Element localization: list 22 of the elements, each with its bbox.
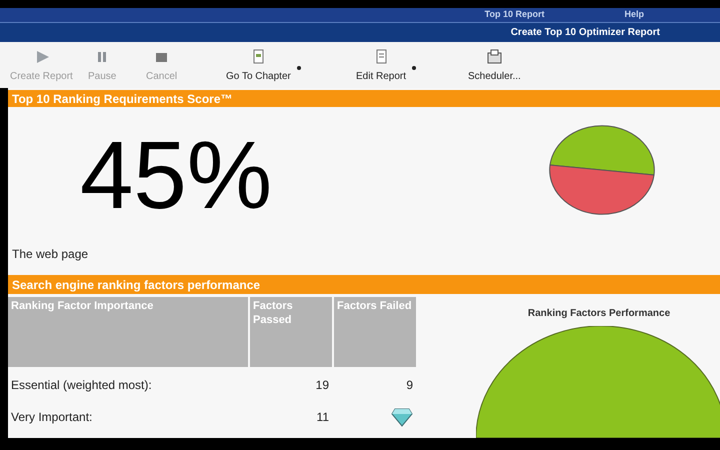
table-cell-text: Essential (weighted most):	[11, 377, 152, 394]
toolbar-button[interactable]: Go To Chapter	[226, 49, 291, 84]
panel-header: Search engine ranking factors performance	[8, 275, 720, 294]
score-value: 45%	[79, 121, 274, 231]
column-header: Factors Passed	[250, 297, 332, 367]
chart-title: Ranking Factors Performance	[528, 307, 670, 321]
dropdown-icon[interactable]	[412, 66, 416, 70]
window-title: Create Top 10 Optimizer Report	[510, 26, 660, 40]
table-cell-text: 11	[316, 409, 329, 426]
panel-header: Top 10 Ranking Requirements Score™	[8, 90, 720, 107]
menu-item[interactable]: Top 10 Report	[484, 8, 544, 22]
table-cell-text: Very Important:	[11, 409, 92, 426]
caption: The web page	[11, 246, 90, 263]
table-cell-text: 19	[316, 377, 329, 394]
table-cell-text: 9	[406, 377, 413, 394]
column-header: Factors Failed	[334, 297, 416, 367]
scheduler-icon	[486, 49, 503, 65]
column-header: Ranking Factor Importance	[8, 297, 248, 367]
toolbar-button[interactable]: Edit Report	[356, 49, 406, 84]
toolbar-button[interactable]: Scheduler...	[468, 49, 521, 84]
dropdown-icon[interactable]	[296, 66, 301, 70]
menu-item[interactable]: Help	[624, 8, 644, 22]
